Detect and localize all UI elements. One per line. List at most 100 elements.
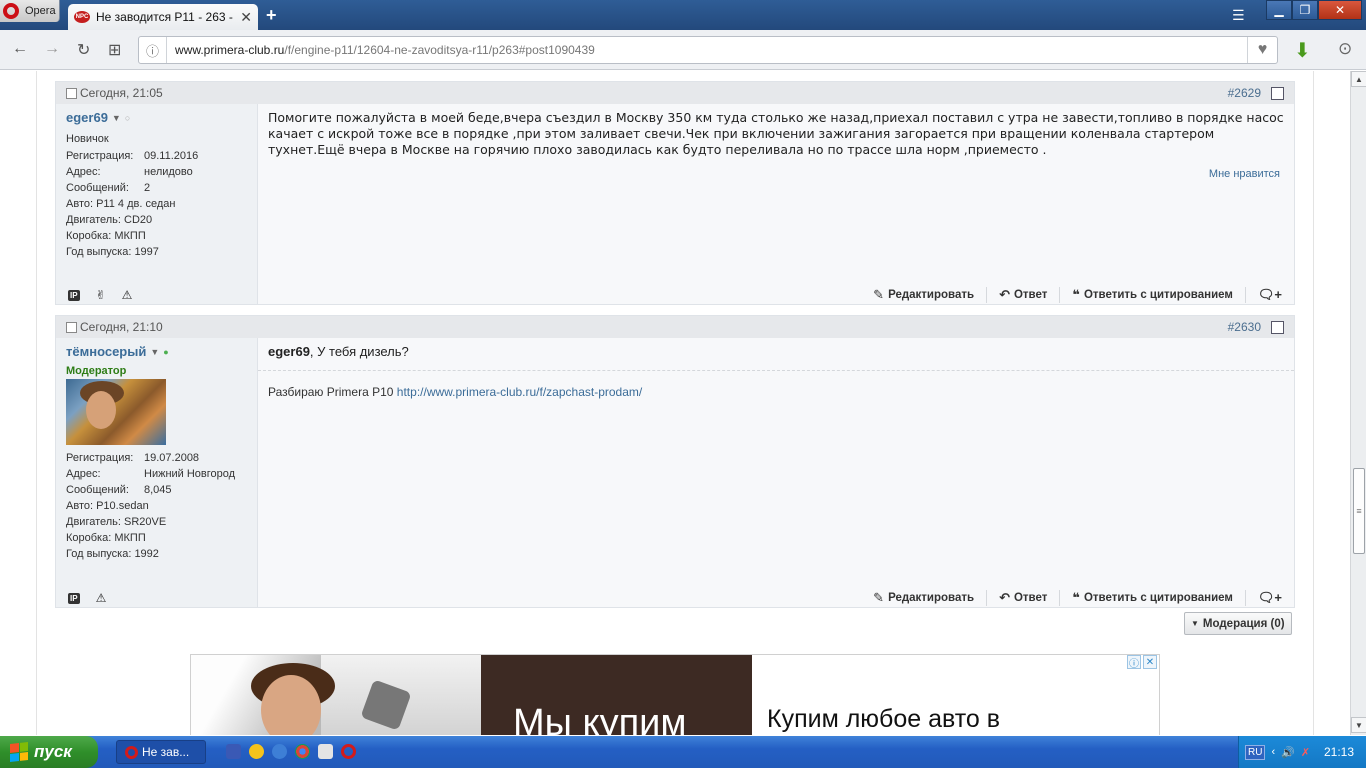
- tab-close-icon[interactable]: ✕: [240, 9, 252, 26]
- quote-reply-button[interactable]: ❝ Ответить с цитированием: [1060, 287, 1246, 303]
- user-menu-caret-icon[interactable]: ▼: [150, 347, 159, 357]
- back-icon[interactable]: ←: [12, 40, 28, 58]
- post-number-link[interactable]: #2629: [1228, 86, 1261, 100]
- ad-dark-panel: Мы купим: [481, 655, 752, 735]
- multiquote-button[interactable]: 🗨+: [1246, 590, 1284, 606]
- site-info-icon[interactable]: ⓘ: [139, 37, 167, 63]
- quick-launch: [226, 744, 356, 759]
- reply-button[interactable]: ↶ Ответ: [987, 590, 1061, 606]
- edit-label: Редактировать: [888, 289, 975, 301]
- reload-icon[interactable]: ↻: [77, 40, 90, 60]
- user-rank: Модератор: [66, 365, 127, 377]
- username-link[interactable]: eger69: [66, 110, 108, 125]
- opera-logo-icon: [3, 3, 19, 19]
- user-menu-caret-icon[interactable]: ▼: [112, 113, 121, 123]
- opera-menu-button[interactable]: Opera: [0, 0, 60, 22]
- ip-icon[interactable]: IP: [68, 289, 80, 301]
- scroll-down-icon[interactable]: ▼: [1351, 717, 1366, 733]
- multiquote-button[interactable]: 🗨+: [1246, 287, 1284, 303]
- multiquote-icon: 🗨+: [1257, 287, 1282, 302]
- info-label: Адрес:: [66, 468, 101, 480]
- taskbar-window-opera[interactable]: Не зав...: [116, 740, 206, 764]
- download-icon[interactable]: ⬇: [1294, 38, 1311, 63]
- report-warning-icon[interactable]: ⚠: [122, 288, 133, 302]
- scroll-up-icon[interactable]: ▲: [1351, 71, 1366, 87]
- forum-post: Сегодня, 21:05 #2629 eger69 ▼ ○ Новичок …: [55, 81, 1295, 305]
- opera-launcher-icon[interactable]: [341, 744, 356, 759]
- info-line: Год выпуска: 1997: [66, 246, 159, 258]
- start-label: пуск: [34, 742, 72, 761]
- scroll-thumb[interactable]: ≡: [1353, 468, 1365, 554]
- browser-tab[interactable]: NPC Не заводится P11 - 263 - Д ✕: [68, 4, 258, 30]
- chrome-icon[interactable]: [295, 744, 310, 759]
- edit-button[interactable]: ✎ Редактировать: [861, 590, 988, 606]
- report-warning-icon[interactable]: ⚠: [96, 591, 107, 605]
- app-launcher-icon[interactable]: [226, 744, 241, 759]
- info-line: Авто: P10.sedan: [66, 500, 149, 512]
- quote-reply-button[interactable]: ❝ Ответить с цитированием: [1060, 590, 1246, 606]
- url-text[interactable]: www.primera-club.ru/f/engine-p11/12604-n…: [167, 43, 595, 57]
- site-favicon-icon: NPC: [74, 11, 90, 23]
- volume-icon[interactable]: 🔊: [1281, 746, 1295, 759]
- reply-label: Ответ: [1013, 289, 1048, 301]
- moderation-dropdown[interactable]: ▼ Модерация (0): [1184, 612, 1292, 635]
- taskbar-window-label: Не зав...: [142, 745, 190, 759]
- web-page: Сегодня, 21:05 #2629 eger69 ▼ ○ Новичок …: [0, 71, 1350, 735]
- media-player-icon[interactable]: [249, 744, 264, 759]
- post-date: Сегодня, 21:10: [80, 320, 163, 334]
- signature-link[interactable]: http://www.primera-club.ru/f/zapchast-pr…: [397, 385, 642, 399]
- ip-icon[interactable]: IP: [68, 592, 80, 604]
- reputation-icon[interactable]: ✌: [96, 288, 106, 302]
- start-button[interactable]: пуск: [0, 736, 98, 768]
- post-status-icon: [66, 87, 77, 99]
- like-link[interactable]: Мне нравится: [1209, 168, 1280, 180]
- language-indicator[interactable]: RU: [1245, 744, 1266, 760]
- info-label: Регистрация:: [66, 452, 134, 464]
- calculator-icon[interactable]: [318, 744, 333, 759]
- turbo-icon[interactable]: ⊙: [1338, 39, 1352, 59]
- quote-label: Ответить с цитированием: [1083, 289, 1233, 301]
- post-header: Сегодня, 21:05 #2629: [56, 82, 1294, 104]
- tab-title: Не заводится P11 - 263 - Д: [96, 10, 235, 24]
- bookmark-heart-icon[interactable]: ♥: [1247, 37, 1277, 63]
- info-label: Адрес:: [66, 166, 101, 178]
- forward-icon[interactable]: →: [44, 40, 60, 58]
- maximize-icon[interactable]: ❐: [1292, 0, 1318, 20]
- info-label: Сообщений:: [66, 182, 129, 194]
- post-content: eger69, У тебя дизель? Разбираю Primera …: [258, 338, 1294, 607]
- username-link[interactable]: тёмносерый: [66, 344, 146, 359]
- address-bar[interactable]: ⓘ www.primera-club.ru/f/engine-p11/12604…: [138, 36, 1278, 64]
- quote-icon: ❝: [1072, 590, 1080, 605]
- edit-button[interactable]: ✎ Редактировать: [861, 287, 988, 303]
- signature-text: Разбираю Primera P10: [268, 385, 397, 399]
- reply-arrow-icon: ↶: [999, 590, 1010, 605]
- close-window-icon[interactable]: ✕: [1318, 0, 1362, 20]
- new-tab-icon[interactable]: +: [266, 5, 277, 26]
- url-path: /f/engine-p11/12604-ne-zavoditsya-r11/p2…: [284, 43, 595, 57]
- post-number-link[interactable]: #2630: [1228, 320, 1261, 334]
- post-select-checkbox[interactable]: [1271, 86, 1284, 100]
- post-body: eger69 ▼ ○ Новичок Регистрация: 09.11.201…: [56, 104, 1294, 304]
- vertical-scrollbar[interactable]: ▲ ≡ ▼: [1350, 71, 1366, 735]
- reply-button[interactable]: ↶ Ответ: [987, 287, 1061, 303]
- info-label: Сообщений:: [66, 484, 129, 496]
- post-select-checkbox[interactable]: [1271, 320, 1284, 334]
- tray-expand-icon[interactable]: ‹: [1271, 746, 1275, 758]
- advertisement-banner[interactable]: Мы купим Купим любое авто в ⓘ ✕: [190, 654, 1160, 735]
- ad-controls: ⓘ ✕: [1127, 655, 1157, 670]
- info-value: 8,045: [144, 484, 172, 496]
- user-avatar[interactable]: [66, 379, 166, 445]
- speed-dial-icon[interactable]: ⊞: [108, 40, 121, 60]
- quoted-username[interactable]: eger69: [268, 344, 310, 359]
- info-value: нелидово: [144, 166, 193, 178]
- caret-down-icon: ▼: [1191, 619, 1199, 628]
- opera-icon: [125, 745, 138, 759]
- ad-close-icon[interactable]: ✕: [1143, 655, 1157, 669]
- minimize-icon[interactable]: ▁: [1266, 0, 1292, 20]
- user-rank: Новичок: [66, 133, 109, 145]
- internet-explorer-icon[interactable]: [272, 744, 287, 759]
- offline-status-icon: ○: [124, 112, 131, 123]
- network-icon[interactable]: ✗: [1301, 746, 1310, 759]
- tab-menu-icon[interactable]: ☰: [1232, 7, 1245, 24]
- ad-info-icon[interactable]: ⓘ: [1127, 655, 1141, 670]
